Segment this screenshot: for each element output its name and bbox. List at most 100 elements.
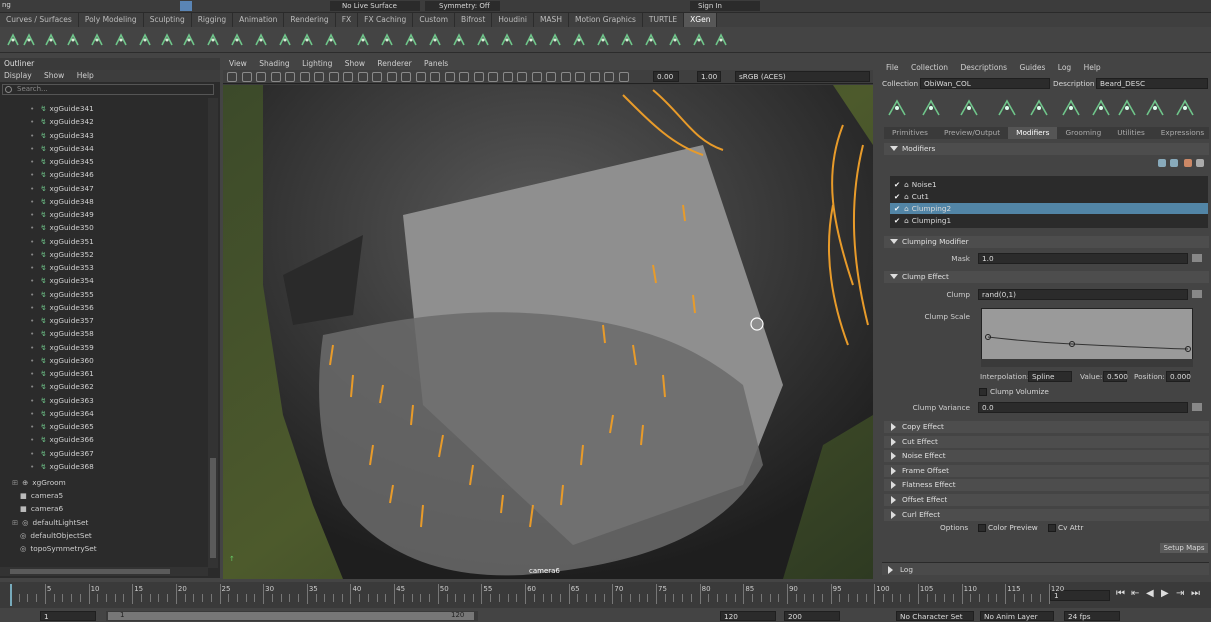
outliner-hscrollbar[interactable]	[0, 567, 208, 576]
outliner-item[interactable]: • ↯ xgGuide354	[30, 274, 94, 287]
checkmark-icon[interactable]: ✔	[894, 180, 900, 189]
position-field[interactable]: 0.000	[1166, 371, 1191, 382]
effect-section-header[interactable]: Frame Offset	[884, 465, 1209, 477]
viewport-tool-icon[interactable]	[299, 72, 310, 82]
xgen-tab[interactable]: Modifiers	[1008, 127, 1058, 139]
outliner-menu-help[interactable]: Help	[77, 71, 94, 80]
xgen-menu-help[interactable]: Help	[1084, 63, 1101, 72]
go-to-start-icon[interactable]: ⏮	[1116, 588, 1125, 599]
step-forward-key-icon[interactable]: ⇥	[1176, 588, 1184, 599]
clump-variance-field[interactable]: 0.0	[978, 402, 1188, 413]
shelf-tab[interactable]: Bifrost	[455, 13, 493, 27]
xgen-tool-icon[interactable]	[1060, 98, 1082, 118]
clump-effect-header[interactable]: Clump Effect	[884, 271, 1209, 283]
effect-section-header[interactable]: Curl Effect	[884, 509, 1209, 521]
modifier-item[interactable]: ✔ ⌂ Cut1	[890, 191, 1208, 202]
viewport-tool-icon[interactable]	[270, 72, 281, 82]
viewport-tool-icon[interactable]	[256, 72, 266, 82]
outliner-item[interactable]: • ↯ xgGuide341	[30, 102, 94, 115]
xgen-tool-icon[interactable]	[958, 98, 980, 118]
outliner-item[interactable]: • ↯ xgGuide368	[30, 460, 94, 473]
xgen-tab[interactable]: Preview/Output	[936, 127, 1008, 139]
xgen-menu-guides[interactable]: Guides	[1019, 63, 1045, 72]
xgen-shelf-tool-icon[interactable]	[378, 31, 396, 49]
xgen-tab[interactable]: Utilities	[1109, 127, 1152, 139]
outliner-item[interactable]: • ↯ xgGuide347	[30, 182, 94, 195]
outliner-item[interactable]: ◎ defaultObjectSet	[20, 529, 92, 542]
outliner-item[interactable]: • ↯ xgGuide348	[30, 195, 94, 208]
xgen-tool-icon[interactable]	[886, 98, 908, 118]
color-preview-checkbox[interactable]	[978, 524, 986, 532]
viewport-tool-icon[interactable]	[589, 72, 600, 82]
xgen-shelf-tool-icon[interactable]	[594, 31, 612, 49]
shelf-tab[interactable]: Poly Modeling	[79, 13, 144, 27]
viewport-tool-icon[interactable]	[241, 72, 252, 82]
outliner-item[interactable]: • ↯ xgGuide365	[30, 420, 94, 433]
viewport-tool-icon[interactable]	[227, 72, 237, 82]
shelf-tab[interactable]: Animation	[233, 13, 285, 27]
expand-icon[interactable]: ⊞	[12, 478, 18, 487]
cv-attr-checkbox[interactable]	[1048, 524, 1056, 532]
viewport-tool-icon[interactable]	[473, 72, 484, 82]
xgen-tool-icon[interactable]	[1090, 98, 1112, 118]
viewport-tool-icon[interactable]	[459, 72, 469, 82]
xgen-shelf-tool-icon[interactable]	[20, 31, 38, 49]
xgen-shelf-tool-icon[interactable]	[546, 31, 564, 49]
expand-icon[interactable]: ⊞	[12, 518, 18, 527]
viewport-menu-panels[interactable]: Panels	[424, 59, 448, 68]
viewport-tool-icon[interactable]	[285, 72, 295, 82]
clumping-modifier-header[interactable]: Clumping Modifier	[884, 236, 1209, 248]
xgen-shelf-tool-icon[interactable]	[618, 31, 636, 49]
checkmark-icon[interactable]: ✔	[894, 216, 900, 225]
current-time-marker[interactable]	[10, 584, 12, 606]
viewport-tool-icon[interactable]	[531, 72, 542, 82]
viewport-tool-icon[interactable]	[575, 72, 585, 82]
step-back-key-icon[interactable]: ⇤	[1131, 588, 1139, 599]
effect-section-header[interactable]: Noise Effect	[884, 450, 1209, 462]
xgen-shelf-tool-icon[interactable]	[450, 31, 468, 49]
outliner-item[interactable]: • ↯ xgGuide343	[30, 129, 94, 142]
xgen-shelf-tool-icon[interactable]	[354, 31, 372, 49]
range-slider[interactable]: 1 120	[106, 611, 478, 621]
move-down-icon[interactable]	[1170, 159, 1178, 167]
outliner-item[interactable]: ◎ topoSymmetrySet	[20, 542, 97, 555]
viewport-menu-renderer[interactable]: Renderer	[377, 59, 411, 68]
xgen-shelf-tool-icon[interactable]	[136, 31, 154, 49]
sign-in-button[interactable]: Sign In	[690, 1, 760, 11]
shelf-tab[interactable]: Custom	[413, 13, 456, 27]
xgen-shelf-tool-icon[interactable]	[112, 31, 130, 49]
modifier-item[interactable]: ✔ ⌂ Noise1	[890, 179, 1208, 190]
value-field[interactable]: 0.500	[1103, 371, 1128, 382]
viewport-tool-icon[interactable]	[517, 72, 527, 82]
viewport-canvas[interactable]: camera6 ↑	[223, 85, 873, 579]
variance-expression-icon[interactable]	[1192, 403, 1202, 411]
shelf-tab[interactable]: Rigging	[192, 13, 234, 27]
outliner-item[interactable]: • ↯ xgGuide360	[30, 354, 94, 367]
xgen-shelf-tool-icon[interactable]	[298, 31, 316, 49]
outliner-item[interactable]: • ↯ xgGuide346	[30, 168, 94, 181]
collection-select[interactable]: ObiWan_COL	[920, 78, 1050, 89]
xgen-shelf-tool-icon[interactable]	[42, 31, 60, 49]
add-modifier-icon[interactable]	[1184, 159, 1192, 167]
effect-section-header[interactable]: Offset Effect	[884, 494, 1209, 506]
shelf-tab[interactable]: Motion Graphics	[569, 13, 643, 27]
go-to-end-icon[interactable]: ⏭	[1191, 588, 1200, 599]
modifiers-section-header[interactable]: Modifiers	[884, 143, 1209, 155]
xgen-shelf-tool-icon[interactable]	[180, 31, 198, 49]
outliner-item[interactable]: • ↯ xgGuide353	[30, 261, 94, 274]
viewport-tool-icon[interactable]	[357, 72, 368, 82]
viewport-tool-icon[interactable]	[386, 72, 397, 82]
outliner-item[interactable]: • ↯ xgGuide351	[30, 235, 94, 248]
outliner-item[interactable]: • ↯ xgGuide363	[30, 394, 94, 407]
viewport-tool-icon[interactable]	[604, 72, 614, 82]
outliner-scrollbar[interactable]	[208, 98, 218, 568]
shelf-tab[interactable]: XGen	[684, 13, 718, 27]
symmetry-field[interactable]: Symmetry: Off	[425, 1, 500, 11]
viewport-tool-icon[interactable]	[560, 72, 571, 82]
mask-field[interactable]: 1.0	[978, 253, 1188, 264]
viewport-tool-icon[interactable]	[444, 72, 455, 82]
xgen-shelf-tool-icon[interactable]	[276, 31, 294, 49]
shelf-tab[interactable]: FX Caching	[358, 13, 414, 27]
shelf-tab[interactable]: TURTLE	[643, 13, 685, 27]
outliner-item[interactable]: • ↯ xgGuide362	[30, 380, 94, 393]
